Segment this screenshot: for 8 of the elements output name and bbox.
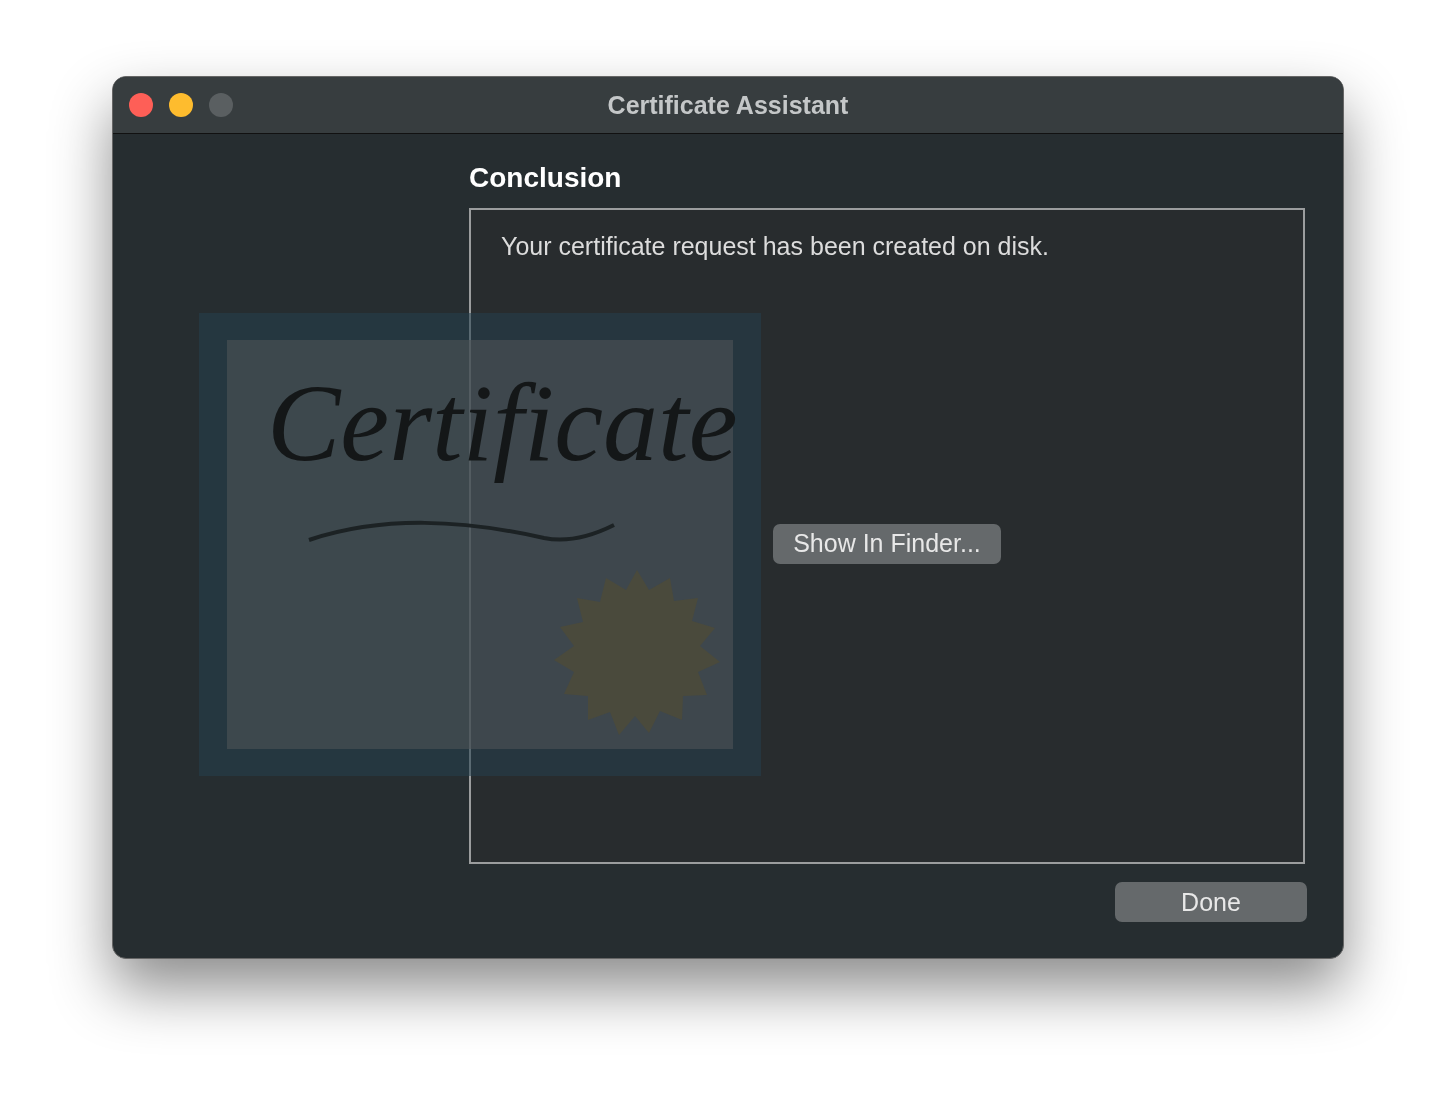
done-button[interactable]: Done [1115,882,1307,922]
window-title: Certificate Assistant [607,90,849,120]
certificate-title: Certificate [267,361,738,486]
message-text: Your certificate request has been created on disk. [501,232,1051,261]
minimize-button[interactable] [169,93,193,117]
section-heading: Conclusion [469,162,623,194]
show-in-finder-button[interactable]: Show In Finder... [773,523,1001,564]
close-button[interactable] [129,93,153,117]
